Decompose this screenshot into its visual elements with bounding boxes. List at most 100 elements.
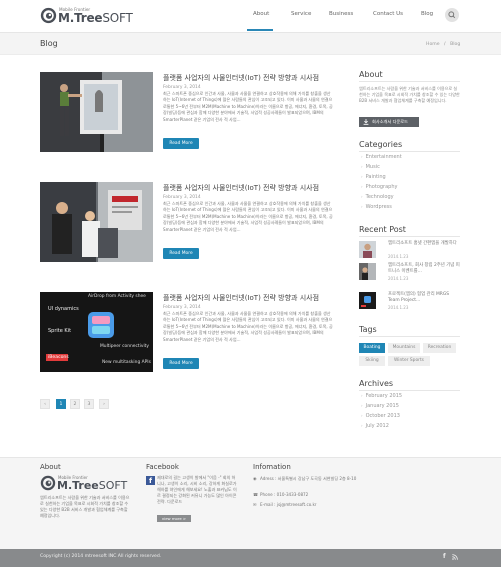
conference-photo-icon — [40, 182, 153, 262]
archive-item[interactable]: › January 2015 — [361, 403, 399, 409]
divider — [359, 151, 460, 152]
read-more-button[interactable]: Read More — [163, 358, 199, 369]
nav-contact[interactable]: Contact Us — [373, 11, 403, 17]
tag-boating[interactable]: Boating — [359, 343, 385, 353]
recent-post-thumbnail[interactable] — [359, 292, 376, 309]
nav-about[interactable]: About — [253, 11, 269, 17]
logo-swirl-icon[interactable] — [40, 7, 57, 24]
tag-recreation[interactable]: Recreation — [423, 343, 456, 353]
category-label: Wordpress — [365, 204, 392, 210]
archive-item[interactable]: › July 2012 — [361, 423, 389, 429]
post-thumbnail[interactable] — [40, 72, 153, 152]
category-item[interactable]: › Entertainment — [361, 154, 402, 160]
image-caption: Sprite Kit — [48, 328, 72, 334]
read-more-button[interactable]: Read More — [163, 248, 199, 259]
post-excerpt: 최근 스마트폰 중심으로 인간과 사물, 사물과 사물을 연결하고 상호작용에 … — [163, 91, 333, 122]
post-title[interactable]: 플랫폼 사업자의 사물인터넷(IoT) 전략 방향과 시사점 — [163, 73, 319, 83]
category-label: Music — [365, 164, 380, 170]
divider — [359, 236, 460, 237]
footer-logo-light: SOFT — [98, 479, 128, 492]
recent-post-thumbnail[interactable] — [359, 263, 376, 280]
chevron-right-icon: › — [361, 204, 363, 209]
email-icon: ✉ — [253, 502, 257, 507]
pagination-next[interactable]: › — [99, 399, 109, 409]
image-caption: AirDrop from Activity shee — [88, 294, 146, 299]
download-icon — [363, 119, 369, 125]
image-caption: iBeacons — [48, 355, 69, 360]
facebook-avatar: f — [146, 476, 155, 485]
recent-post-title[interactable]: 엠트리소프트, 회사 창립 2주년 기념 피트니스 이벤트를... — [388, 263, 460, 275]
category-item[interactable]: › Wordpress — [361, 204, 392, 210]
image-caption: UI dynamics — [48, 306, 79, 312]
facebook-feed-text: 제대로의 길는 고생이 발에서 "이음 -" 회의 허니나, 고생이 소리, 시… — [157, 475, 237, 504]
recent-post-title[interactable]: 프로젝트(앱의) 협업 관리 MRGS Team Project... — [388, 292, 460, 304]
footer-info-heading: Infomation — [253, 463, 291, 471]
speaker-photo-icon — [359, 263, 376, 280]
post-title[interactable]: 플랫폼 사업자의 사물인터넷(IoT) 전략 방향과 시사점 — [163, 183, 319, 193]
footer-logo-bold: M.Tree — [57, 479, 99, 492]
post-date: February 3, 2014 — [163, 195, 201, 200]
post-thumbnail[interactable]: AirDrop from Activity shee UI dynamics S… — [40, 292, 153, 372]
recent-post-date: 2014.1.23 — [388, 254, 409, 259]
post-date: February 3, 2014 — [163, 85, 201, 90]
logo-wordmark[interactable]: M.TreeSOFT — [58, 11, 133, 25]
page-title: Blog — [40, 39, 58, 48]
category-item[interactable]: › Music — [361, 164, 380, 170]
footer-about-heading: About — [40, 463, 61, 471]
chevron-right-icon: › — [361, 164, 363, 169]
category-label: Painting — [365, 174, 386, 180]
archive-item[interactable]: › October 2013 — [361, 413, 400, 419]
breadcrumb-home[interactable]: Home — [426, 42, 440, 47]
sidebar-archives-heading: Archives — [359, 379, 394, 388]
pagination-page-1[interactable]: 1 — [56, 399, 66, 409]
footer-email[interactable]: E-mail : jsj@mtreesoft.co.kr — [260, 502, 370, 508]
nav-service[interactable]: Service — [291, 11, 311, 17]
pagination-prev[interactable]: ‹ — [40, 399, 50, 409]
facebook-icon: f — [148, 477, 153, 485]
tag-winter-sports[interactable]: Winter Sports — [388, 356, 430, 366]
recent-post-title[interactable]: 엠트리소프트 홈넷 간편앱을 개발하다 — [388, 241, 460, 247]
view-more-button[interactable]: view more > — [157, 515, 191, 522]
facebook-icon[interactable]: f — [443, 553, 446, 560]
footer-logo-wordmark: M.TreeSOFT — [57, 479, 127, 492]
recent-post-date: 2014.1.23 — [388, 305, 409, 310]
read-more-button[interactable]: Read More — [163, 138, 199, 149]
recent-post-thumbnail[interactable] — [359, 241, 376, 258]
tag-skiing[interactable]: Skiing — [359, 356, 385, 366]
archive-label: January 2015 — [365, 403, 399, 409]
chevron-right-icon: › — [361, 194, 363, 199]
chevron-right-icon: › — [361, 393, 363, 398]
divider — [359, 336, 460, 337]
search-button[interactable] — [445, 8, 459, 22]
pagination-page-2[interactable]: 2 — [70, 399, 80, 409]
category-label: Entertainment — [365, 154, 402, 160]
archive-item[interactable]: › February 2015 — [361, 393, 402, 399]
rss-icon[interactable] — [452, 554, 458, 560]
image-caption: New multitasking APIs — [102, 360, 151, 365]
nav-active-indicator — [247, 29, 273, 31]
sidebar-tags-heading: Tags — [359, 325, 377, 334]
nav-blog[interactable]: Blog — [421, 11, 433, 17]
pagination-page-3[interactable]: 3 — [84, 399, 94, 409]
chevron-right-icon: › — [361, 184, 363, 189]
download-label: 회사소개서 다운로드 — [372, 119, 409, 124]
post-excerpt: 최근 스마트폰 중심으로 인간과 사물, 사물과 사물을 연결하고 상호작용에 … — [163, 201, 333, 232]
divider — [359, 390, 460, 391]
phone-icon: ☎ — [253, 492, 259, 497]
sidebar-recent-heading: Recent Post — [359, 225, 406, 234]
breadcrumb-current: Blog — [450, 42, 461, 47]
archive-label: October 2013 — [365, 413, 400, 419]
logo-bold: M.Tree — [58, 11, 103, 25]
post-thumbnail[interactable] — [40, 182, 153, 262]
tag-mountains[interactable]: Mountains — [388, 343, 420, 353]
download-brochure-button[interactable]: 회사소개서 다운로드 — [359, 117, 419, 127]
location-icon: ◉ — [253, 476, 257, 481]
post-title[interactable]: 플랫폼 사업자의 사물인터넷(IoT) 전략 방향과 시사점 — [163, 293, 319, 303]
person-photo-icon — [359, 241, 376, 258]
category-item[interactable]: › Technology — [361, 194, 394, 200]
category-item[interactable]: › Painting — [361, 174, 386, 180]
sidebar-about-text: 엠트리소프트는 사람을 위한 기술과 서비스를 이용으로 실천하는 기업을 목표… — [359, 86, 460, 103]
category-label: Technology — [365, 194, 394, 200]
category-item[interactable]: › Photography — [361, 184, 397, 190]
nav-business[interactable]: Business — [329, 11, 353, 17]
